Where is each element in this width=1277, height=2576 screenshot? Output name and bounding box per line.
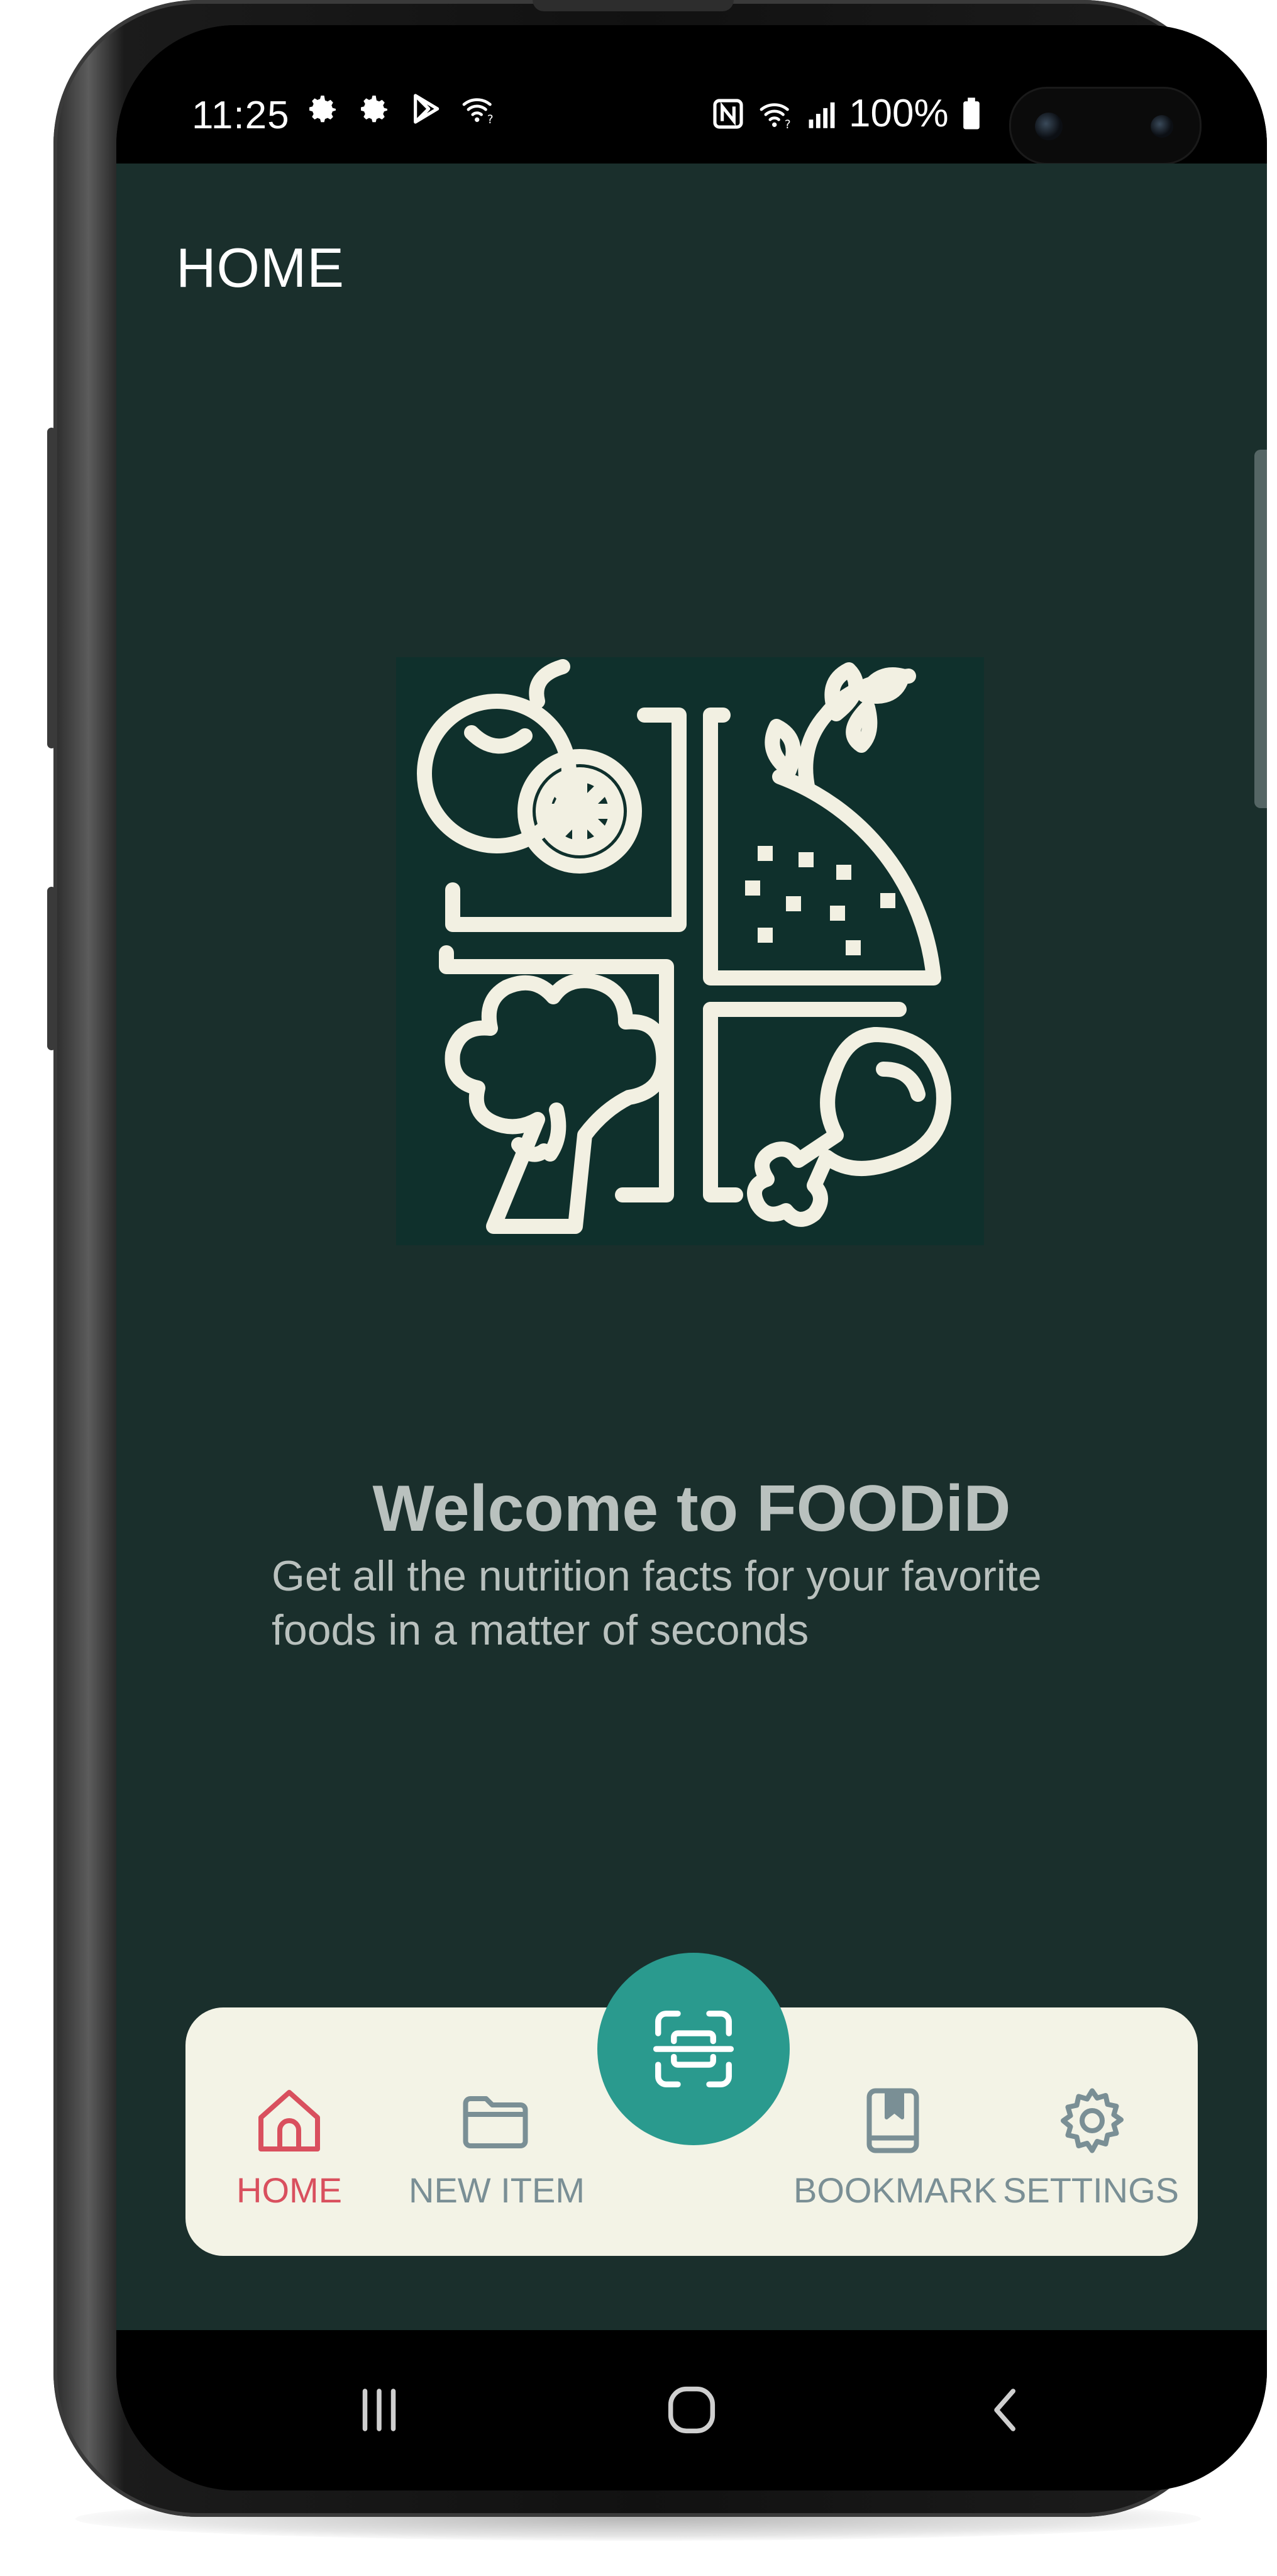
recents-icon[interactable] bbox=[351, 2382, 407, 2438]
home-icon bbox=[258, 2090, 320, 2151]
play-store-icon bbox=[414, 94, 439, 124]
scrollbar[interactable] bbox=[1254, 450, 1267, 808]
front-camera-lens bbox=[1035, 113, 1063, 140]
settings-icon bbox=[361, 96, 387, 123]
front-camera-cutout bbox=[1009, 87, 1202, 165]
status-icons-right: ? 100% bbox=[710, 91, 983, 136]
food-groups-illustration bbox=[396, 657, 984, 1245]
status-icons-left: ? bbox=[305, 91, 497, 126]
svg-text:?: ? bbox=[487, 113, 494, 126]
nav-item-bookmark[interactable]: BOOKMARK bbox=[792, 2007, 997, 2256]
svg-text:?: ? bbox=[785, 118, 791, 131]
nav-label-settings: SETTINGS bbox=[1003, 2170, 1180, 2210]
nav-item-settings[interactable]: SETTINGS bbox=[1003, 2007, 1185, 2256]
nfc-icon bbox=[713, 98, 743, 129]
scan-icon bbox=[653, 2011, 734, 2087]
status-time: 11:25 bbox=[192, 94, 290, 137]
scan-button[interactable] bbox=[597, 1953, 790, 2145]
settings-icon bbox=[309, 96, 336, 123]
battery-icon bbox=[963, 97, 980, 129]
signal-icon bbox=[809, 102, 835, 128]
system-navigation-bar bbox=[116, 2330, 1267, 2490]
page-title: HOME bbox=[176, 236, 345, 299]
welcome-title: Welcome to FOODiD bbox=[372, 1472, 1011, 1545]
welcome-subtitle-line-2: foods in a matter of seconds bbox=[272, 1606, 809, 1654]
nav-label-new-item: NEW ITEM bbox=[409, 2170, 585, 2210]
nav-label-bookmark: BOOKMARK bbox=[793, 2170, 997, 2210]
gear-icon bbox=[1061, 2088, 1124, 2153]
bixby-button bbox=[47, 887, 56, 1050]
folder-icon bbox=[463, 2096, 528, 2148]
nav-label-home: HOME bbox=[236, 2170, 342, 2210]
food-groups-icon bbox=[417, 659, 951, 1234]
battery-percentage: 100% bbox=[849, 92, 949, 135]
earpiece bbox=[533, 0, 734, 11]
nav-item-new-item[interactable]: NEW ITEM bbox=[402, 2007, 591, 2256]
home-circle-icon[interactable] bbox=[660, 2379, 723, 2441]
phone-frame: 11:25 ? ? 100% HOME Welcome to FOODiD Ge… bbox=[47, 0, 1267, 2517]
back-icon[interactable] bbox=[978, 2382, 1034, 2438]
nav-item-home[interactable]: HOME bbox=[220, 2007, 358, 2256]
bookmark-icon bbox=[866, 2088, 919, 2153]
welcome-subtitle: Get all the nutrition facts for your fav… bbox=[272, 1549, 1152, 1657]
welcome-subtitle-line-1: Get all the nutrition facts for your fav… bbox=[272, 1552, 1042, 1600]
wifi-icon: ? bbox=[760, 103, 791, 131]
volume-up-button bbox=[47, 428, 56, 748]
wifi-call-icon: ? bbox=[462, 98, 494, 126]
screen: 11:25 ? ? 100% HOME Welcome to FOODiD Ge… bbox=[116, 25, 1267, 2490]
app-screen: HOME Welcome to FOODiD Get all the nutri… bbox=[116, 164, 1267, 2330]
front-camera-sensor bbox=[1151, 115, 1173, 138]
status-bar: 11:25 ? ? 100% bbox=[116, 25, 1267, 165]
